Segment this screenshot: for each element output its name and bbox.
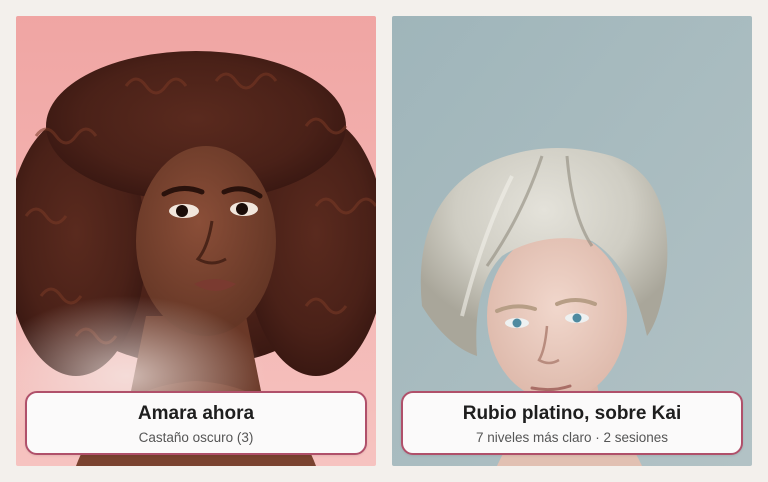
caption-subtitle: Castaño oscuro (3) bbox=[138, 430, 254, 445]
caption-subtitle: 7 niveles más claro · 2 sesiones bbox=[475, 430, 669, 445]
before-photo-card[interactable]: Amara ahora Castaño oscuro (3) bbox=[16, 16, 376, 466]
after-photo-card[interactable]: Rubio platino, sobre Kai 7 niveles más c… bbox=[392, 16, 752, 466]
caption-title: Amara ahora bbox=[137, 403, 255, 424]
caption-title: Rubio platino, sobre Kai bbox=[462, 403, 682, 424]
photo-caption-kai: Rubio platino, sobre Kai 7 niveles más c… bbox=[401, 391, 743, 455]
photo-caption-amara: Amara ahora Castaño oscuro (3) bbox=[25, 391, 367, 455]
